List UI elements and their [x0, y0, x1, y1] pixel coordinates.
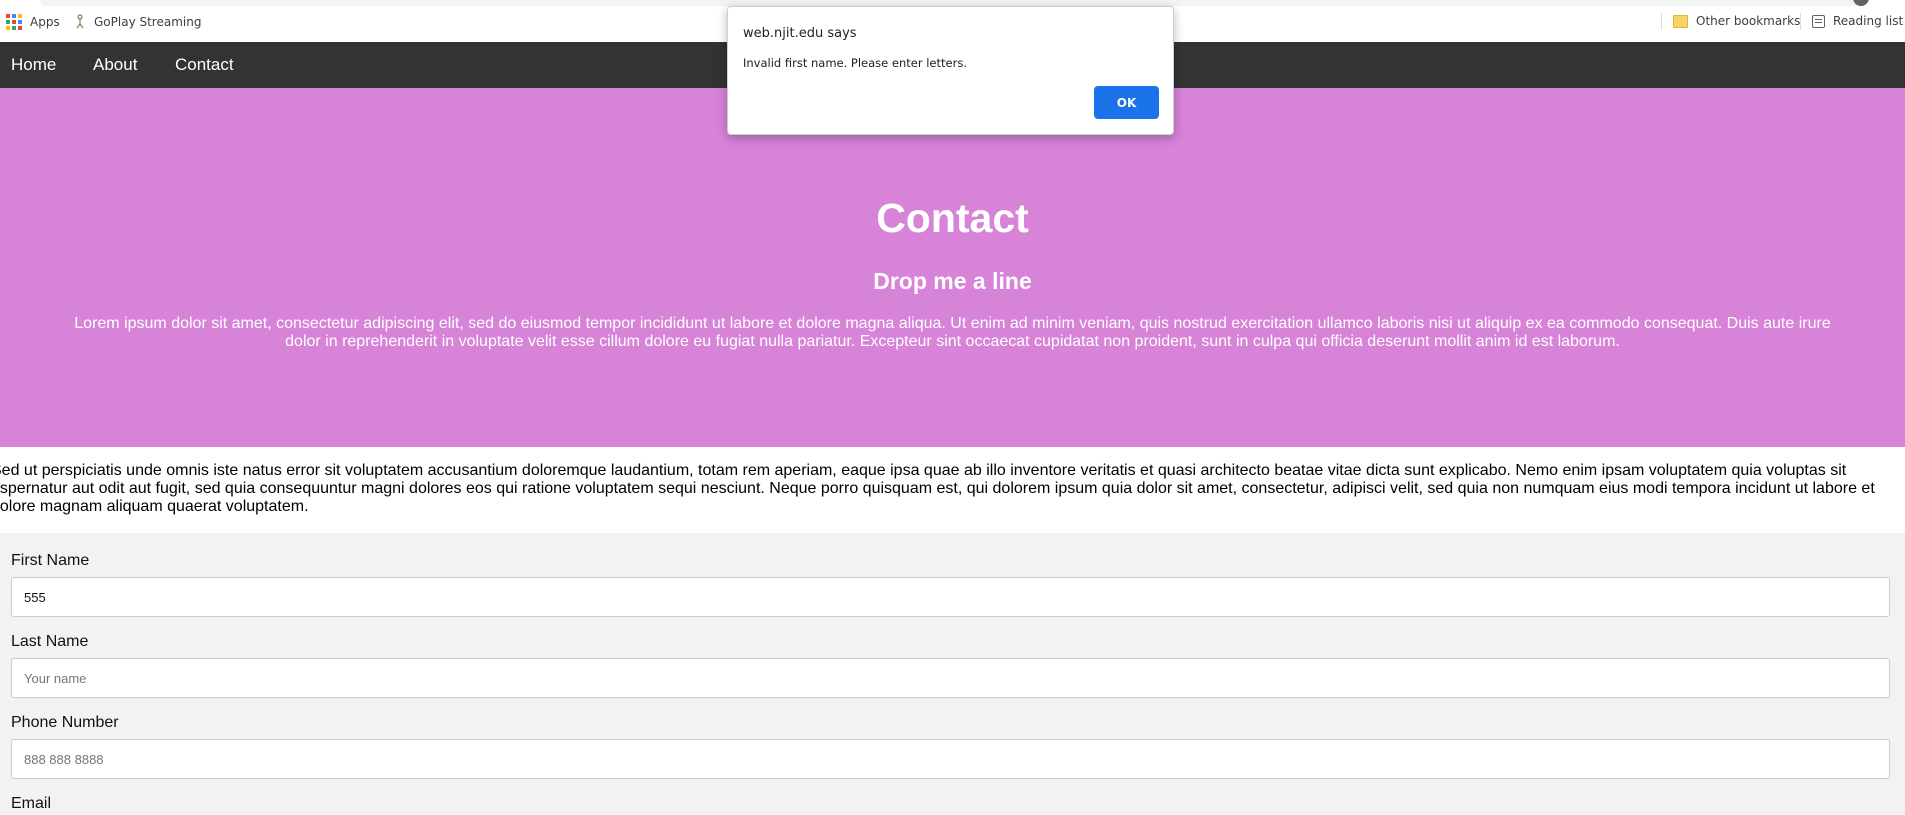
- apps-grid-dot: [18, 26, 22, 30]
- hero-section: Contact Drop me a line Lorem ipsum dolor…: [0, 88, 1905, 447]
- first-name-label: First Name: [11, 552, 90, 569]
- hero-subtitle: Drop me a line: [873, 268, 1032, 294]
- bookmark-other-bookmarks[interactable]: Other bookmarks: [1673, 14, 1800, 28]
- bookmark-apps-label: Apps: [30, 15, 60, 29]
- nav-home-link[interactable]: Home: [11, 55, 56, 75]
- bookmarks-divider: [1661, 13, 1662, 30]
- apps-grid-dot: [12, 14, 16, 18]
- other-bookmarks-label: Other bookmarks: [1696, 14, 1801, 28]
- bookmark-reading-list[interactable]: Reading list: [1812, 14, 1903, 28]
- last-name-input[interactable]: [11, 658, 1890, 698]
- contact-form: First Name Last Name Phone Number Email: [0, 533, 1905, 815]
- bookmark-apps[interactable]: Apps: [6, 14, 60, 30]
- folder-icon: [1673, 14, 1688, 28]
- bookmark-goplay-label: GoPlay Streaming: [94, 14, 202, 29]
- hero-title: Contact: [876, 195, 1029, 241]
- goplay-icon: [76, 14, 84, 29]
- email-label: Email: [11, 795, 52, 812]
- dialog-ok-button[interactable]: OK: [1094, 86, 1159, 119]
- intro-paragraph: Sed ut perspiciatis unde omnis iste natu…: [0, 462, 1875, 515]
- apps-grid-dot: [6, 14, 10, 18]
- nav-about-link[interactable]: About: [93, 55, 137, 75]
- dialog-title: web.njit.edu says: [743, 26, 857, 41]
- apps-grid-dot: [12, 26, 16, 30]
- apps-grid-dot: [12, 20, 16, 24]
- first-name-input[interactable]: [11, 577, 1890, 617]
- reading-list-icon: [1812, 14, 1825, 28]
- apps-grid-dot: [18, 14, 22, 18]
- bookmark-goplay[interactable]: GoPlay Streaming: [74, 14, 201, 29]
- nav-contact-link[interactable]: Contact: [175, 55, 234, 75]
- phone-label: Phone Number: [11, 714, 119, 731]
- hero-text: Lorem ipsum dolor sit amet, consectetur …: [74, 315, 1831, 350]
- last-name-label: Last Name: [11, 633, 89, 650]
- reading-list-label: Reading list: [1833, 14, 1904, 28]
- apps-grid-dot: [6, 26, 10, 30]
- phone-input[interactable]: [11, 739, 1890, 779]
- dialog-message: Invalid first name. Please enter letters…: [743, 56, 967, 70]
- bookmarks-divider: [1800, 13, 1801, 30]
- apps-grid-dot: [6, 20, 10, 24]
- apps-grid-icon: [6, 14, 22, 30]
- alert-dialog: web.njit.edu says Invalid first name. Pl…: [727, 6, 1174, 135]
- apps-grid-dot: [18, 20, 22, 24]
